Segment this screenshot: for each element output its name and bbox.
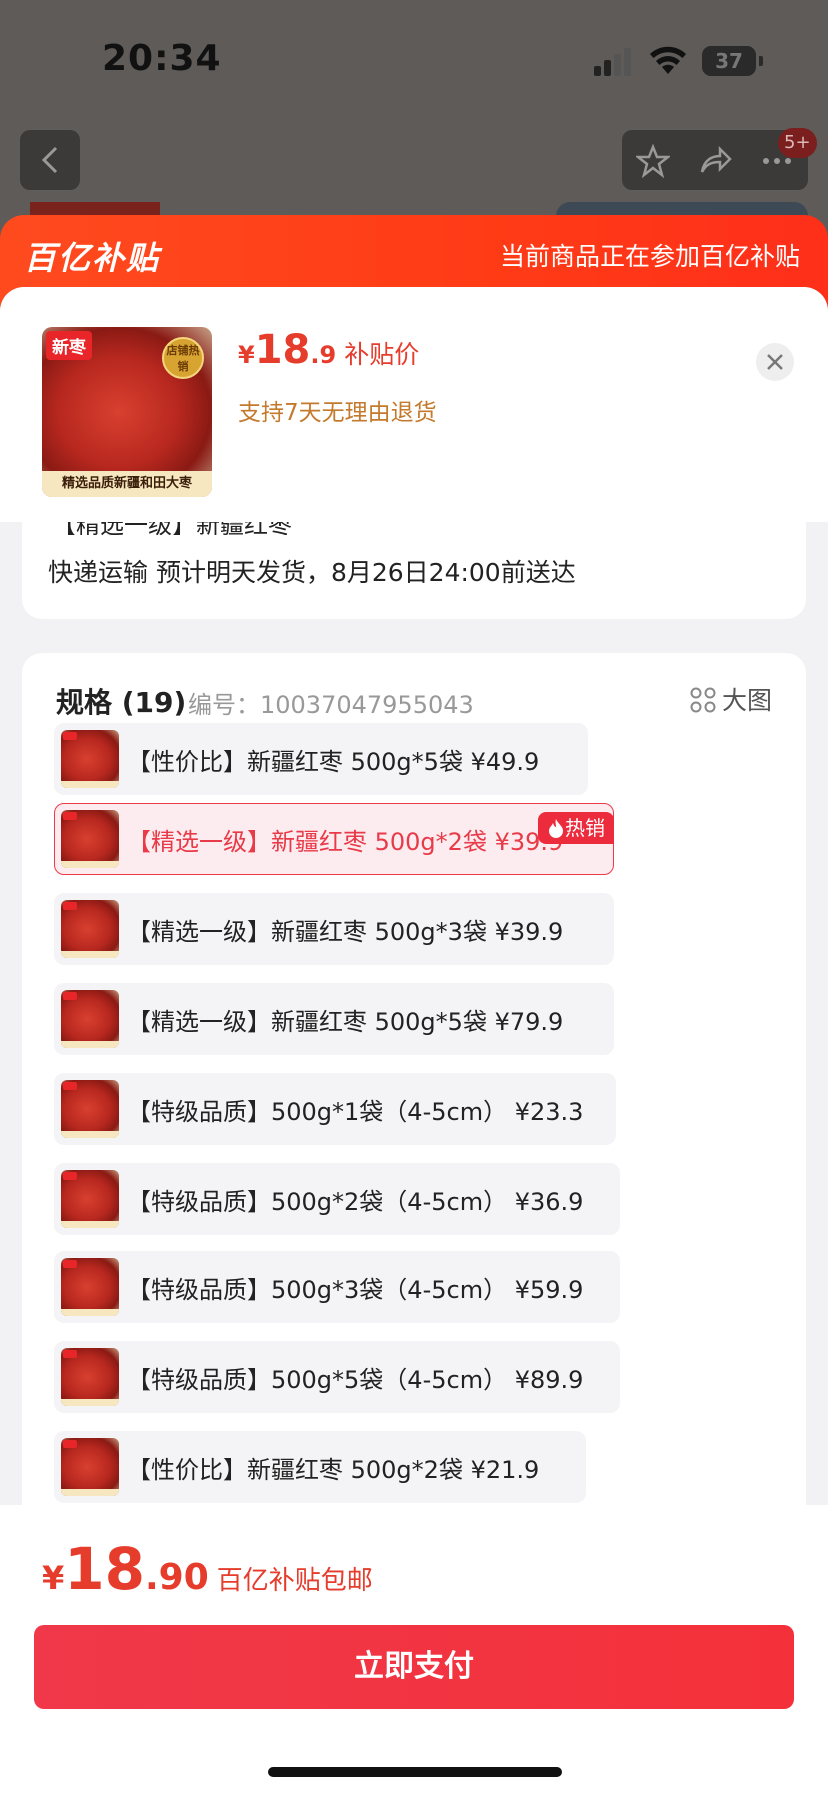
option-thumbnail bbox=[61, 730, 119, 788]
big-view-label: 大图 bbox=[721, 686, 772, 715]
price-decimal: .9 bbox=[310, 341, 337, 369]
thumbnail-tag: 新枣 bbox=[46, 331, 92, 360]
option-thumbnail bbox=[61, 1080, 119, 1138]
option-thumbnail bbox=[61, 1438, 119, 1496]
home-indicator bbox=[268, 1767, 562, 1777]
wifi-icon bbox=[650, 46, 686, 74]
product-code: 编号：10037047955043 bbox=[188, 691, 474, 719]
option-label: 【特级品质】500g*2袋（4-5cm） ¥36.9 bbox=[127, 1188, 584, 1216]
price-integer: 18 bbox=[254, 327, 311, 373]
big-view-button[interactable]: 大图 bbox=[690, 681, 772, 717]
star-icon[interactable] bbox=[636, 144, 670, 178]
total-price-symbol: ¥ bbox=[42, 1559, 65, 1597]
price-label: 补贴价 bbox=[344, 340, 420, 369]
spec-option[interactable]: 【性价比】新疆红枣 500g*5袋 ¥49.9 bbox=[54, 723, 588, 795]
shipping-info: 快递运输 预计明天发货，8月26日24:00前送达 bbox=[48, 558, 576, 587]
option-thumbnail bbox=[61, 1348, 119, 1406]
spec-option[interactable]: 【性价比】新疆红枣 500g*2袋 ¥21.9 bbox=[54, 1431, 586, 1503]
option-thumbnail bbox=[61, 1170, 119, 1228]
spec-option[interactable]: 【精选一级】新疆红枣 500g*3袋 ¥39.9 bbox=[54, 893, 614, 965]
spec-title: 规格 (19) bbox=[56, 686, 187, 719]
option-thumbnail bbox=[61, 900, 119, 958]
status-time: 20:34 bbox=[102, 38, 222, 79]
spec-option[interactable]: 【精选一级】新疆红枣 500g*5袋 ¥79.9 bbox=[54, 983, 614, 1055]
battery-icon: 37 bbox=[702, 46, 763, 76]
grid-icon bbox=[690, 687, 716, 713]
notification-badge: 5+ bbox=[778, 128, 817, 158]
price-symbol: ¥ bbox=[238, 341, 255, 369]
spec-option[interactable]: 【特级品质】500g*5袋（4-5cm） ¥89.9 bbox=[54, 1341, 620, 1413]
close-icon bbox=[767, 354, 783, 370]
option-label: 【特级品质】500g*3袋（4-5cm） ¥59.9 bbox=[127, 1276, 584, 1304]
subsidy-price: ¥18.9 补贴价 bbox=[238, 327, 419, 373]
option-label: 【精选一级】新疆红枣 500g*5袋 ¥79.9 bbox=[127, 1008, 564, 1036]
total-price-integer: 18 bbox=[64, 1535, 145, 1603]
option-label: 【性价比】新疆红枣 500g*2袋 ¥21.9 bbox=[127, 1456, 540, 1484]
hot-sale-label: 热销 bbox=[565, 816, 605, 840]
spec-option[interactable]: 【特级品质】500g*3袋（4-5cm） ¥59.9 bbox=[54, 1251, 620, 1323]
hot-sale-badge: 热销 bbox=[538, 812, 614, 844]
option-label: 【精选一级】新疆红枣 500g*3袋 ¥39.9 bbox=[127, 918, 564, 946]
spec-option-selected[interactable]: 【精选一级】新疆红枣 500g*2袋 ¥39.9 bbox=[54, 803, 614, 875]
brand-logo: 百亿补贴 bbox=[24, 239, 161, 277]
flame-icon bbox=[549, 819, 563, 838]
option-thumbnail bbox=[61, 810, 119, 868]
subsidy-note: 当前商品正在参加百亿补贴 bbox=[499, 242, 800, 271]
product-summary: 新枣 店铺热销 精选品质新疆和田大枣 ¥18.9 补贴价 支持7天无理由退货 bbox=[0, 287, 828, 522]
cellular-signal-icon bbox=[594, 46, 634, 76]
return-policy: 支持7天无理由退货 bbox=[238, 400, 437, 426]
option-label: 【特级品质】500g*5袋（4-5cm） ¥89.9 bbox=[127, 1366, 584, 1394]
thumbnail-caption: 精选品质新疆和田大枣 bbox=[42, 471, 212, 497]
spec-option[interactable]: 【特级品质】500g*1袋（4-5cm） ¥23.3 bbox=[54, 1073, 616, 1145]
close-button[interactable] bbox=[756, 343, 794, 381]
status-bar: 20:34 37 bbox=[0, 0, 828, 120]
spec-option[interactable]: 【特级品质】500g*2袋（4-5cm） ¥36.9 bbox=[54, 1163, 620, 1235]
option-thumbnail bbox=[61, 1258, 119, 1316]
back-button[interactable] bbox=[20, 130, 80, 190]
shipping-partial-text: 【精选一级】新疆红枣 bbox=[52, 521, 292, 535]
checkout-footer: ¥18.90 百亿补贴包邮 立即支付 bbox=[0, 1505, 828, 1796]
product-thumbnail: 新枣 店铺热销 精选品质新疆和田大枣 bbox=[42, 327, 212, 497]
total-price: ¥18.90 百亿补贴包邮 bbox=[42, 1535, 373, 1603]
option-label: 【特级品质】500g*1袋（4-5cm） ¥23.3 bbox=[127, 1098, 584, 1126]
hot-seal-icon: 店铺热销 bbox=[162, 337, 204, 379]
share-icon[interactable] bbox=[698, 144, 732, 178]
option-thumbnail bbox=[61, 990, 119, 1048]
shipping-subsidy-label: 百亿补贴包邮 bbox=[216, 1566, 373, 1596]
chevron-left-icon bbox=[41, 146, 58, 174]
option-label: 【精选一级】新疆红枣 500g*2袋 ¥39.9 bbox=[127, 828, 564, 856]
option-label: 【性价比】新疆红枣 500g*5袋 ¥49.9 bbox=[127, 748, 540, 776]
total-price-decimal: .90 bbox=[144, 1557, 209, 1598]
pay-now-button[interactable]: 立即支付 bbox=[34, 1625, 794, 1709]
